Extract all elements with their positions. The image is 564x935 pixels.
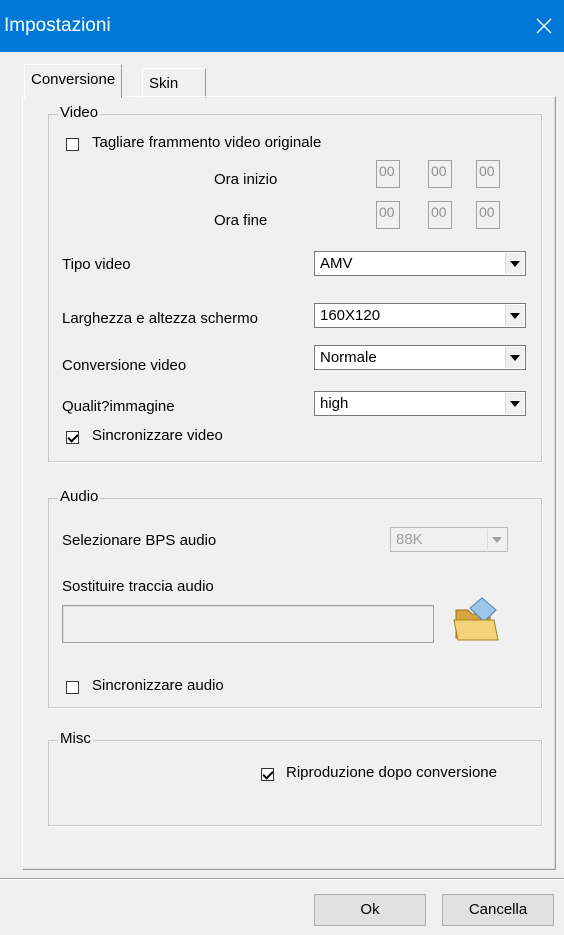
select-value: 160X120 xyxy=(320,307,381,324)
chevron-down-icon[interactable] xyxy=(505,347,524,368)
misc-legend: Misc xyxy=(58,730,93,747)
image-quality-label: Qualit?immagine xyxy=(62,398,175,415)
close-icon[interactable] xyxy=(524,0,564,52)
field-value: 00 xyxy=(379,163,395,179)
open-folder-icon[interactable] xyxy=(450,594,502,646)
title-bar: Impostazioni xyxy=(0,0,564,52)
chevron-down-icon[interactable] xyxy=(505,305,524,326)
start-time-label: Ora inizio xyxy=(214,171,278,188)
field-value: 00 xyxy=(431,163,447,179)
select-value: Normale xyxy=(320,349,377,366)
tab-label: Skin xyxy=(149,75,179,92)
image-quality-select[interactable]: high xyxy=(314,391,526,416)
field-value: 00 xyxy=(431,204,447,220)
misc-group xyxy=(48,740,542,826)
cancel-button[interactable]: Cancella xyxy=(442,894,554,926)
tab-conversione[interactable]: Conversione xyxy=(24,64,123,98)
cut-video-checkbox[interactable] xyxy=(66,138,79,151)
screen-size-label: Larghezza e altezza schermo xyxy=(62,310,258,327)
play-after-conversion-label: Riproduzione dopo conversione xyxy=(286,764,497,781)
screen-size-select[interactable]: 160X120 xyxy=(314,303,526,328)
video-conversion-label: Conversione video xyxy=(62,357,187,374)
chevron-down-icon[interactable] xyxy=(505,393,524,414)
sync-video-label: Sincronizzare video xyxy=(92,427,223,444)
chevron-down-icon[interactable] xyxy=(505,253,524,274)
sync-audio-checkbox[interactable] xyxy=(66,681,79,694)
select-value: AMV xyxy=(320,255,353,272)
ok-button[interactable]: Ok xyxy=(314,894,426,926)
audio-track-field[interactable] xyxy=(62,605,434,643)
window-title: Impostazioni xyxy=(4,15,111,36)
tab-skin[interactable]: Skin xyxy=(142,68,206,98)
start-second-field[interactable]: 00 xyxy=(476,160,500,188)
replace-audio-label: Sostituire traccia audio xyxy=(62,578,214,595)
end-second-field[interactable]: 00 xyxy=(476,201,500,229)
video-type-select[interactable]: AMV xyxy=(314,251,526,276)
chevron-down-icon[interactable] xyxy=(487,529,506,550)
audio-bps-select[interactable]: 88K xyxy=(390,527,508,552)
start-hour-field[interactable]: 00 xyxy=(376,160,400,188)
start-minute-field[interactable]: 00 xyxy=(428,160,452,188)
footer-separator xyxy=(0,878,564,880)
select-value: high xyxy=(320,395,349,412)
field-value: 00 xyxy=(479,163,495,179)
end-hour-field[interactable]: 00 xyxy=(376,201,400,229)
video-conversion-select[interactable]: Normale xyxy=(314,345,526,370)
sync-audio-label: Sincronizzare audio xyxy=(92,677,224,694)
select-value: 88K xyxy=(396,531,423,548)
tab-label: Conversione xyxy=(31,71,116,88)
play-after-conversion-checkbox[interactable] xyxy=(261,768,274,781)
video-type-label: Tipo video xyxy=(62,256,131,273)
end-time-label: Ora fine xyxy=(214,212,268,229)
cut-video-label: Tagliare frammento video originale xyxy=(92,134,322,151)
end-minute-field[interactable]: 00 xyxy=(428,201,452,229)
sync-video-checkbox[interactable] xyxy=(66,431,79,444)
field-value: 00 xyxy=(379,204,395,220)
audio-bps-label: Selezionare BPS audio xyxy=(62,532,217,549)
audio-legend: Audio xyxy=(58,488,101,505)
video-legend: Video xyxy=(58,104,101,121)
field-value: 00 xyxy=(479,204,495,220)
